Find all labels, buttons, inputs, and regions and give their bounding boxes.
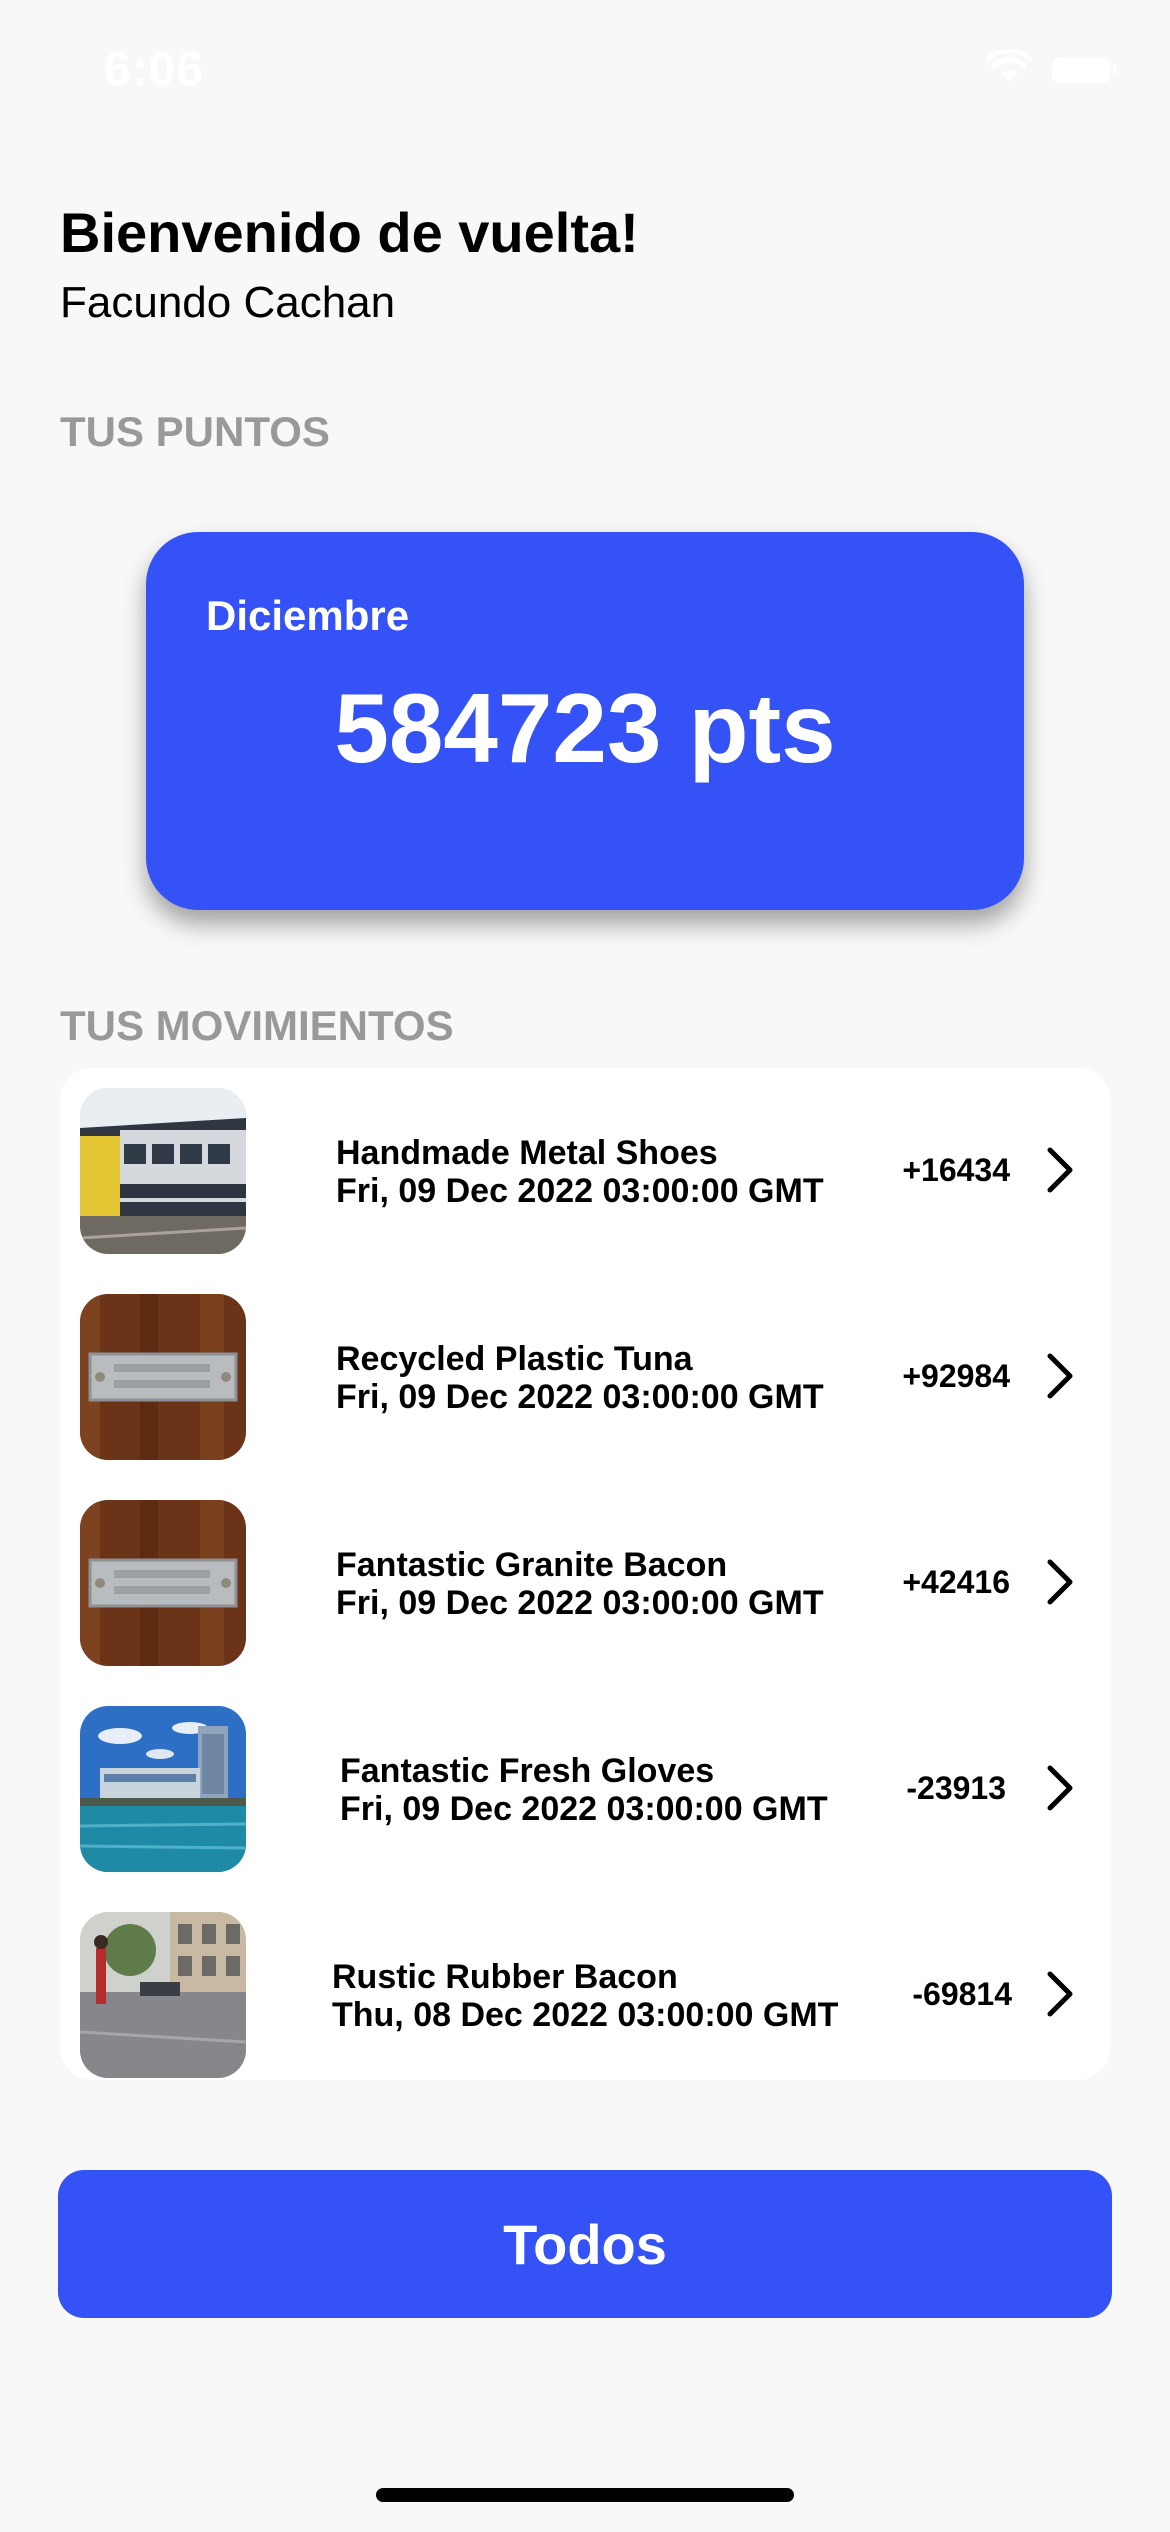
points-value: 584723 pts: [334, 673, 836, 783]
list-item[interactable]: Fantastic Granite Bacon Fri, 09 Dec 2022…: [60, 1480, 1110, 1686]
points-month: Diciembre: [206, 592, 410, 639]
movement-amount: +16434: [902, 1152, 1010, 1188]
movement-title: Handmade Metal Shoes: [336, 1134, 718, 1172]
metal-plate-photo: [80, 1294, 246, 1460]
wifi-icon: [985, 47, 1033, 89]
movement-date: Fri, 09 Dec 2022 03:00:00 GMT: [336, 1172, 824, 1210]
movement-info: Handmade Metal Shoes Fri, 09 Dec 2022 03…: [336, 1134, 824, 1210]
rainy-street-photo: [80, 1912, 246, 2078]
movement-info: Recycled Plastic Tuna Fri, 09 Dec 2022 0…: [336, 1340, 824, 1416]
user-name: Facundo Cachan: [60, 278, 396, 327]
status-bar: 6:06: [0, 0, 1170, 140]
movement-title: Fantastic Granite Bacon: [336, 1546, 728, 1584]
movement-info: Rustic Rubber Bacon Thu, 08 Dec 2022 03:…: [332, 1958, 838, 2034]
movement-date: Thu, 08 Dec 2022 03:00:00 GMT: [332, 1996, 839, 2034]
movement-amount: +42416: [902, 1564, 1010, 1600]
movement-amount: +92984: [902, 1358, 1010, 1394]
train-photo: [80, 1088, 246, 1254]
status-icons: [985, 47, 1117, 89]
movements-section-label: TUS MOVIMIENTOS: [60, 1002, 454, 1049]
movement-info: Fantastic Fresh Gloves Fri, 09 Dec 2022 …: [340, 1752, 828, 1828]
movement-amount: -23913: [906, 1770, 1006, 1806]
movements-list: Handmade Metal Shoes Fri, 09 Dec 2022 03…: [60, 1068, 1110, 2080]
list-item[interactable]: Rustic Rubber Bacon Thu, 08 Dec 2022 03:…: [60, 1892, 1110, 2080]
chevron-right-icon: [1047, 1559, 1073, 1605]
movement-title: Recycled Plastic Tuna: [336, 1340, 693, 1378]
chevron-right-icon: [1047, 1353, 1073, 1399]
points-section-label: TUS PUNTOS: [60, 408, 330, 455]
list-item[interactable]: Recycled Plastic Tuna Fri, 09 Dec 2022 0…: [60, 1274, 1110, 1480]
movement-title: Rustic Rubber Bacon: [332, 1958, 678, 1996]
list-item[interactable]: Handmade Metal Shoes Fri, 09 Dec 2022 03…: [60, 1068, 1110, 1274]
points-card: Diciembre 584723 pts: [146, 532, 1024, 910]
movement-title: Fantastic Fresh Gloves: [340, 1752, 715, 1790]
movement-date: Fri, 09 Dec 2022 03:00:00 GMT: [336, 1378, 824, 1416]
greeting-title: Bienvenido de vuelta!: [60, 201, 639, 264]
chevron-right-icon: [1047, 1971, 1073, 2017]
chevron-right-icon: [1047, 1147, 1073, 1193]
waterfront-city-photo: [80, 1706, 246, 1872]
home-indicator[interactable]: [376, 2488, 794, 2502]
metal-plate-photo: [80, 1500, 246, 1666]
movement-info: Fantastic Granite Bacon Fri, 09 Dec 2022…: [336, 1546, 824, 1622]
all-movements-button[interactable]: Todos: [58, 2170, 1112, 2318]
battery-icon: [1052, 56, 1117, 83]
status-time: 6:06: [104, 43, 205, 96]
movement-date: Fri, 09 Dec 2022 03:00:00 GMT: [336, 1584, 824, 1622]
list-item[interactable]: Fantastic Fresh Gloves Fri, 09 Dec 2022 …: [60, 1686, 1110, 1892]
movement-date: Fri, 09 Dec 2022 03:00:00 GMT: [340, 1790, 828, 1828]
movement-amount: -69814: [912, 1976, 1012, 2012]
chevron-right-icon: [1047, 1765, 1073, 1811]
